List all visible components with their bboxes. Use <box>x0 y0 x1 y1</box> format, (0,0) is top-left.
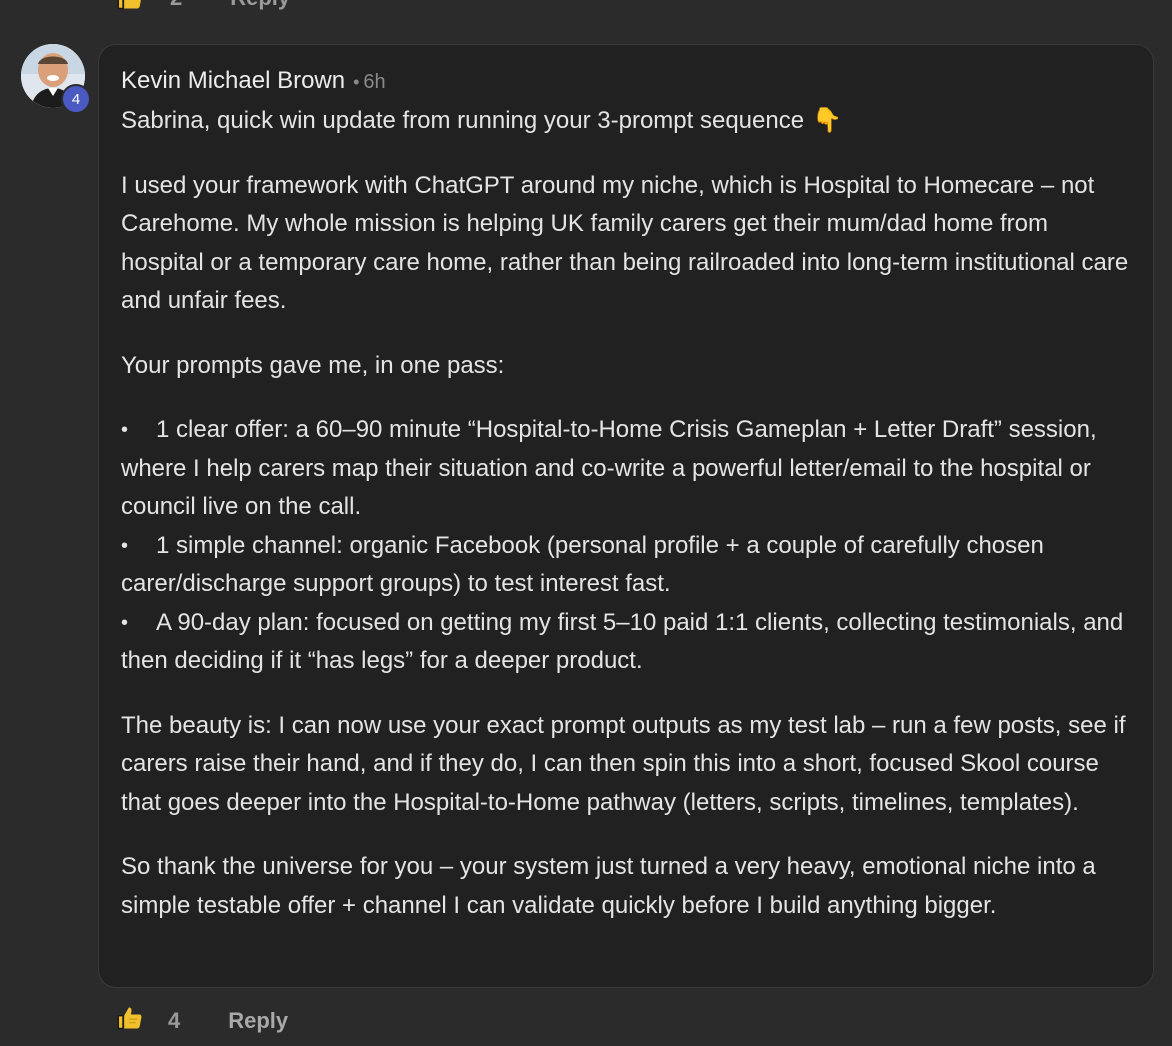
comment-paragraph: The beauty is: I can now use your exact … <box>121 711 1126 816</box>
list-item: • 1 simple channel: organic Facebook (per… <box>121 527 1133 604</box>
comment-paragraph: I used your framework with ChatGPT aroun… <box>121 171 1129 315</box>
comment-paragraph: So thank the universe for you – your sys… <box>121 853 1096 919</box>
comment-bubble: Kevin Michael Brown • 6h Sabrina, quick … <box>98 44 1154 988</box>
bullet-symbol: • <box>121 611 129 634</box>
like-button[interactable] <box>116 0 144 12</box>
like-count: 2 <box>170 0 182 11</box>
bullet-symbol: • <box>121 534 129 557</box>
comment-intro: Sabrina, quick win update from running y… <box>121 102 1133 141</box>
comment-timestamp[interactable]: 6h <box>363 71 385 94</box>
list-item-text: 1 simple channel: organic Facebook (pers… <box>121 531 1044 598</box>
reply-button[interactable]: Reply <box>228 1008 288 1034</box>
bullet-symbol: • <box>121 419 129 441</box>
comment-paragraph: Your prompts gave me, in one pass: <box>121 351 505 379</box>
meta-separator: • <box>353 72 360 92</box>
comment-body: Sabrina, quick win update from running y… <box>121 102 1133 925</box>
like-button[interactable] <box>116 1004 144 1038</box>
intro-text: Sabrina, quick win update from running y… <box>121 107 805 134</box>
reply-button[interactable]: Reply <box>230 0 290 11</box>
list-item-text: A 90-day plan: focused on getting my fir… <box>121 608 1124 675</box>
thumbs-up-icon <box>117 0 141 10</box>
list-item: • 1 clear offer: a 60–90 minute “Hospital… <box>121 411 1133 527</box>
comment-header: Kevin Michael Brown • 6h <box>121 67 1133 97</box>
level-badge: 4 <box>61 84 91 114</box>
author-avatar-container[interactable]: 4 <box>21 44 91 114</box>
comment-actions: 4 Reply <box>116 1006 288 1036</box>
pointing-down-emoji-icon: 👇 <box>812 107 842 134</box>
list-item-text: 1 clear offer: a 60–90 minute “Hospital-… <box>121 416 1097 520</box>
previous-comment-actions: 2 Reply <box>116 0 290 10</box>
list-item: • A 90-day plan: focused on getting my fi… <box>121 604 1133 681</box>
author-name[interactable]: Kevin Michael Brown <box>121 67 345 95</box>
thumbs-up-icon <box>117 1007 142 1030</box>
like-count: 4 <box>168 1008 181 1033</box>
comment-bullet-list: • 1 clear offer: a 60–90 minute “Hospital… <box>121 411 1133 681</box>
